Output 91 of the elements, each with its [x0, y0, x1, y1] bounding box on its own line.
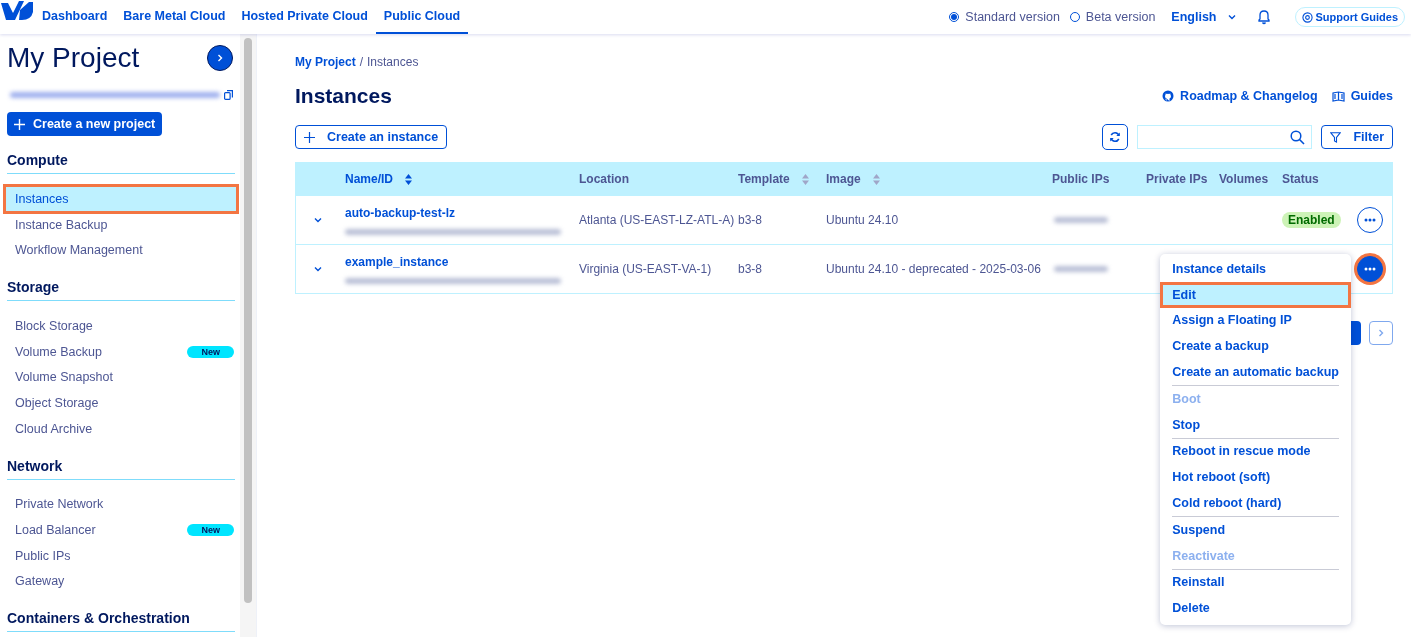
- search-field[interactable]: [1137, 125, 1313, 149]
- menu-item[interactable]: Delete: [1160, 595, 1351, 622]
- instance-name-link[interactable]: auto-backup-test-lz: [345, 205, 571, 220]
- menu-item[interactable]: Instance details: [1160, 256, 1351, 282]
- sidebar-item[interactable]: Volume Snapshot: [5, 364, 237, 391]
- plus-icon: [304, 131, 315, 143]
- sidebar-item[interactable]: Cloud Archive: [5, 415, 237, 442]
- section-heading: Compute: [7, 146, 235, 174]
- column-header[interactable]: Image: [826, 172, 880, 186]
- sidebar-item[interactable]: Instance Backup: [5, 211, 237, 238]
- project-title: My Project: [7, 42, 140, 74]
- menu-item[interactable]: Reinstall: [1160, 569, 1351, 596]
- expand-icon: [313, 264, 323, 274]
- sort-icon[interactable]: [405, 173, 413, 185]
- filter-icon: [1330, 131, 1342, 143]
- table-cell-text: b3-8: [738, 213, 764, 227]
- column-header[interactable]: Template: [738, 172, 809, 186]
- version-label: Standard version: [965, 10, 1060, 24]
- page-title: Instances: [295, 84, 392, 108]
- menu-item[interactable]: Cold reboot (hard): [1160, 490, 1351, 516]
- plus-icon: [14, 118, 25, 130]
- sidebar-item[interactable]: Private Network: [5, 491, 237, 518]
- header-link[interactable]: Roadmap & Changelog: [1162, 89, 1318, 103]
- table-cell-text: Atlanta (US-EAST-LZ-ATL-A): [579, 213, 736, 227]
- sidebar-item[interactable]: Workflow Management: [5, 237, 237, 264]
- menu-item: Reactivate: [1171, 547, 1236, 565]
- sidebar-item[interactable]: Gateway: [5, 568, 237, 595]
- sidebar-item[interactable]: Public IPs: [5, 542, 237, 569]
- table-cell-text: b3-8: [738, 262, 764, 276]
- sidebar-item[interactable]: Object Storage: [5, 390, 237, 416]
- new-badge: New: [187, 345, 234, 358]
- github-icon: [1162, 90, 1175, 102]
- create-project-button[interactable]: Create a new project: [7, 112, 163, 136]
- expand-icon: [313, 215, 323, 225]
- chevron-icon: [215, 53, 225, 63]
- column-header: Location: [579, 172, 629, 186]
- table-cell-text: Ubuntu 24.10: [826, 213, 900, 227]
- menu-item[interactable]: Create a backup: [1160, 333, 1351, 360]
- scrollbar-thumb[interactable]: [244, 38, 252, 603]
- version-label: Beta version: [1085, 10, 1156, 24]
- menu-item[interactable]: Edit: [1160, 281, 1351, 308]
- breadcrumb-separator: /: [359, 55, 364, 69]
- more-actions-button[interactable]: [1357, 256, 1383, 282]
- column-header[interactable]: Name/ID: [345, 172, 413, 186]
- instance-name-link[interactable]: example_instance: [345, 254, 571, 269]
- menu-item[interactable]: Reboot in rescue mode: [1160, 438, 1351, 465]
- copy-icon[interactable]: [224, 90, 233, 100]
- status-badge: Enabled: [1282, 212, 1341, 228]
- column-header: Public IPs: [1052, 172, 1110, 186]
- sidebar-item[interactable]: Volume Backup New: [5, 338, 237, 365]
- logo-icon: [0, 0, 34, 22]
- section-heading: Network: [7, 451, 235, 480]
- more-actions-button[interactable]: [1357, 207, 1383, 233]
- more-icon: [1364, 267, 1376, 271]
- table-cell-text: Ubuntu 24.10 - deprecated - 2025-03-06: [826, 262, 1042, 276]
- column-header: Status: [1282, 172, 1319, 186]
- menu-item[interactable]: Create an automatic backup: [1160, 359, 1351, 385]
- refresh-button[interactable]: [1102, 124, 1129, 150]
- sidebar-item[interactable]: Load Balancer New: [5, 517, 237, 543]
- nav-tab[interactable]: Hosted Private Cloud: [233, 0, 376, 34]
- bell-icon[interactable]: [1256, 9, 1271, 25]
- header-link[interactable]: Guides: [1331, 89, 1393, 103]
- create-instance-button[interactable]: Create an instance: [295, 125, 448, 149]
- book-icon: [1331, 90, 1345, 102]
- nav-tab[interactable]: Bare Metal Cloud: [115, 0, 234, 34]
- caret-icon: [1226, 12, 1237, 22]
- menu-item[interactable]: Assign a Floating IP: [1160, 307, 1351, 334]
- expand-button[interactable]: [207, 45, 233, 71]
- refresh-icon: [1109, 131, 1122, 143]
- menu-item[interactable]: Suspend: [1160, 516, 1351, 543]
- breadcrumb-link[interactable]: My Project: [295, 55, 356, 69]
- menu-item[interactable]: Hot reboot (soft): [1160, 464, 1351, 491]
- breadcrumb-current: Instances: [367, 55, 419, 69]
- new-badge: New: [187, 524, 234, 537]
- more-icon: [1364, 218, 1376, 222]
- filter-button[interactable]: Filter: [1321, 125, 1393, 149]
- sidebar-item[interactable]: Block Storage: [5, 313, 237, 339]
- section-heading: Storage: [7, 273, 235, 302]
- column-header: Private IPs: [1146, 172, 1208, 186]
- nav-tab[interactable]: Dashboard: [34, 0, 116, 34]
- menu-item[interactable]: Stop: [1160, 411, 1351, 438]
- section-heading: Containers & Orchestration: [7, 604, 235, 633]
- sidebar-item[interactable]: Instances: [5, 186, 237, 212]
- table-cell-text: Virginia (US-EAST-VA-1): [579, 262, 713, 276]
- language-select[interactable]: English: [1171, 10, 1237, 24]
- nav-tab[interactable]: Public Cloud: [375, 0, 469, 34]
- lifebuoy-icon: [1301, 11, 1313, 23]
- search-icon: [1290, 129, 1306, 145]
- column-header: Volumes: [1219, 172, 1269, 186]
- menu-item: Boot: [1171, 390, 1202, 408]
- chevron-icon: [1376, 328, 1386, 338]
